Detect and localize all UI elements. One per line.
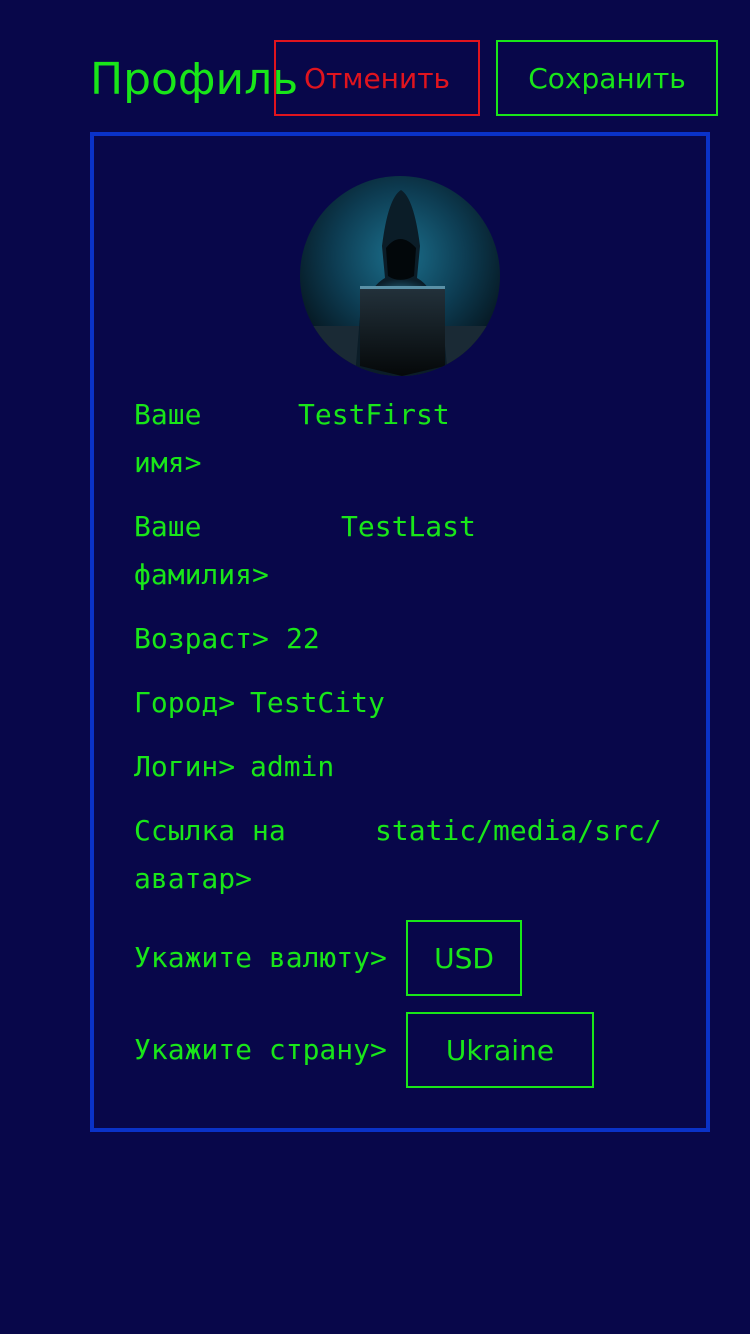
country-value: Ukraine [445, 1033, 555, 1067]
first-name-label-line2: имя> [134, 446, 202, 479]
currency-label: Укажите валюту> [134, 941, 387, 974]
last-name-label-line1: Ваше [134, 510, 202, 543]
login-input[interactable]: admin [250, 743, 334, 791]
country-label: Укажите страну> [134, 1033, 387, 1066]
save-button[interactable]: Сохранить [496, 40, 718, 116]
city-input[interactable]: TestCity [250, 679, 385, 727]
last-name-input[interactable]: TestLast [341, 503, 476, 551]
age-input[interactable]: 22 [286, 615, 320, 663]
avatar-link-label-line2: аватар> [134, 862, 253, 895]
avatar-link-value: static/media/src/ [375, 814, 662, 847]
login-label: Логин> [134, 750, 236, 783]
currency-value: USD [434, 941, 494, 975]
avatar [300, 176, 500, 376]
cancel-button[interactable]: Отменить [274, 40, 480, 116]
currency-select[interactable]: USD [406, 920, 522, 996]
hooded-hacker-avatar-icon [300, 176, 500, 376]
avatar-link-label-line1: Ссылка на [134, 814, 286, 847]
country-select[interactable]: Ukraine [406, 1012, 594, 1088]
avatar-link-input[interactable]: static/media/src/ [375, 807, 667, 855]
age-label: Возраст> [134, 622, 269, 655]
first-name-label-line1: Ваше [134, 398, 202, 431]
first-name-input[interactable]: TestFirst [298, 391, 450, 439]
last-name-label-line2: фамилия> [134, 558, 269, 591]
page-title: Профиль [90, 54, 299, 105]
city-label: Город> [134, 686, 236, 719]
